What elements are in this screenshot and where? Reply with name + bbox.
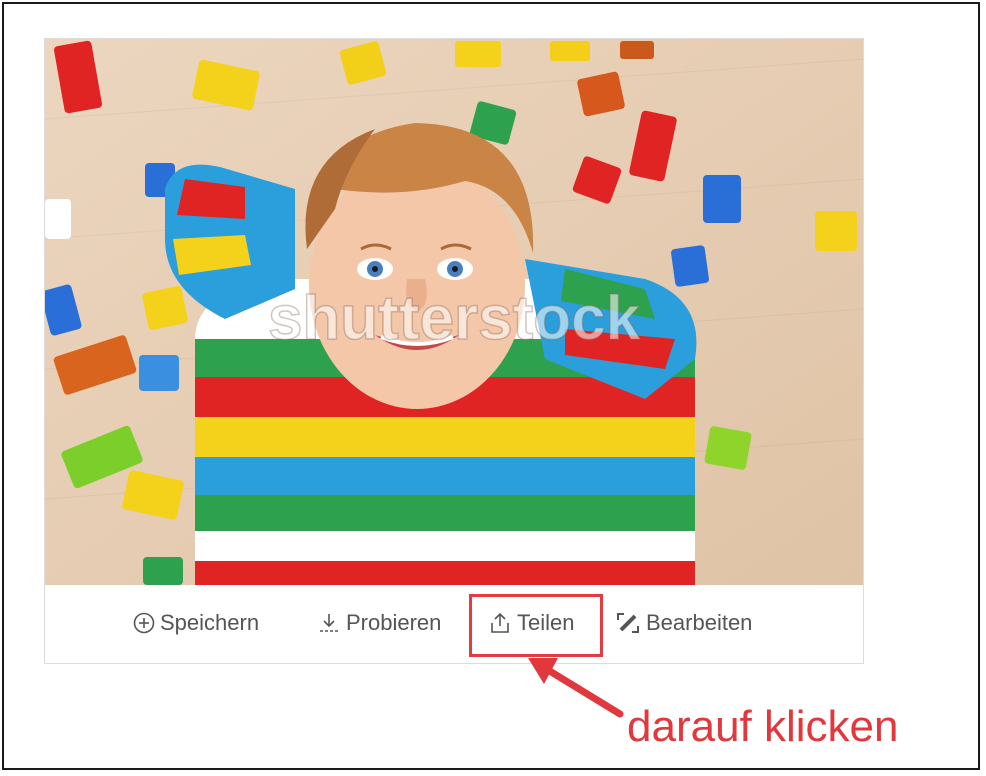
edit-label: Bearbeiten: [646, 610, 753, 635]
watermark-text: shutterstock: [268, 284, 641, 353]
image-action-toolbar: Speichern Probieren Teilen Bearbeiten: [45, 585, 863, 663]
edit-wand-icon: [615, 611, 641, 635]
annotation-text: darauf klicken: [627, 702, 899, 751]
save-button[interactable]: Speichern: [133, 603, 259, 643]
pointer-arrow-icon: [528, 658, 624, 718]
try-label: Probieren: [346, 610, 442, 635]
edit-button[interactable]: Bearbeiten: [615, 603, 752, 643]
try-button[interactable]: Probieren: [317, 603, 441, 643]
plus-circle-icon: [133, 612, 155, 634]
image-card: shutterstock Speichern Probieren Teilen …: [44, 38, 864, 664]
stock-photo[interactable]: shutterstock: [45, 39, 863, 585]
photo-image: shutterstock: [45, 39, 863, 585]
save-label: Speichern: [160, 610, 260, 635]
screenshot-frame: shutterstock Speichern Probieren Teilen …: [2, 2, 980, 770]
download-icon: [317, 611, 341, 635]
